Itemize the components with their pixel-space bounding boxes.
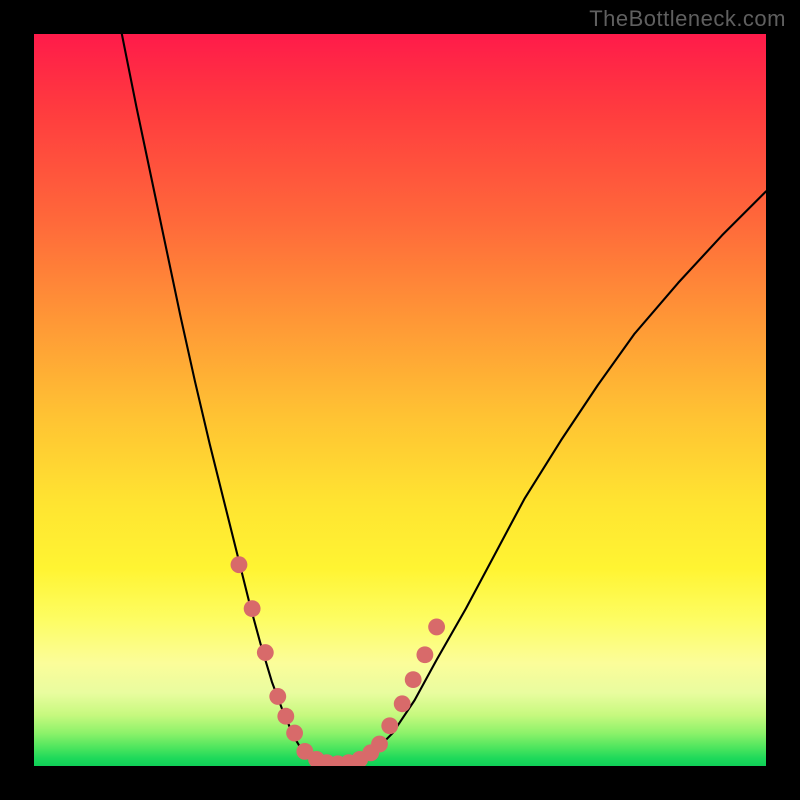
plot-area [34,34,766,766]
curve-path [122,34,766,765]
marker-dot [269,688,286,705]
marker-dot [416,646,433,663]
marker-dot [257,644,274,661]
marker-dot [371,736,388,753]
highlight-markers [231,556,445,766]
marker-dot [394,695,411,712]
watermark-text: TheBottleneck.com [589,6,786,32]
marker-dot [381,717,398,734]
marker-dot [428,619,445,636]
marker-dot [244,600,261,617]
marker-dot [231,556,248,573]
marker-dot [277,708,294,725]
marker-dot [405,671,422,688]
chart-stage: TheBottleneck.com [0,0,800,800]
bottleneck-curve [122,34,766,765]
marker-dot [286,725,303,742]
curve-layer [34,34,766,766]
